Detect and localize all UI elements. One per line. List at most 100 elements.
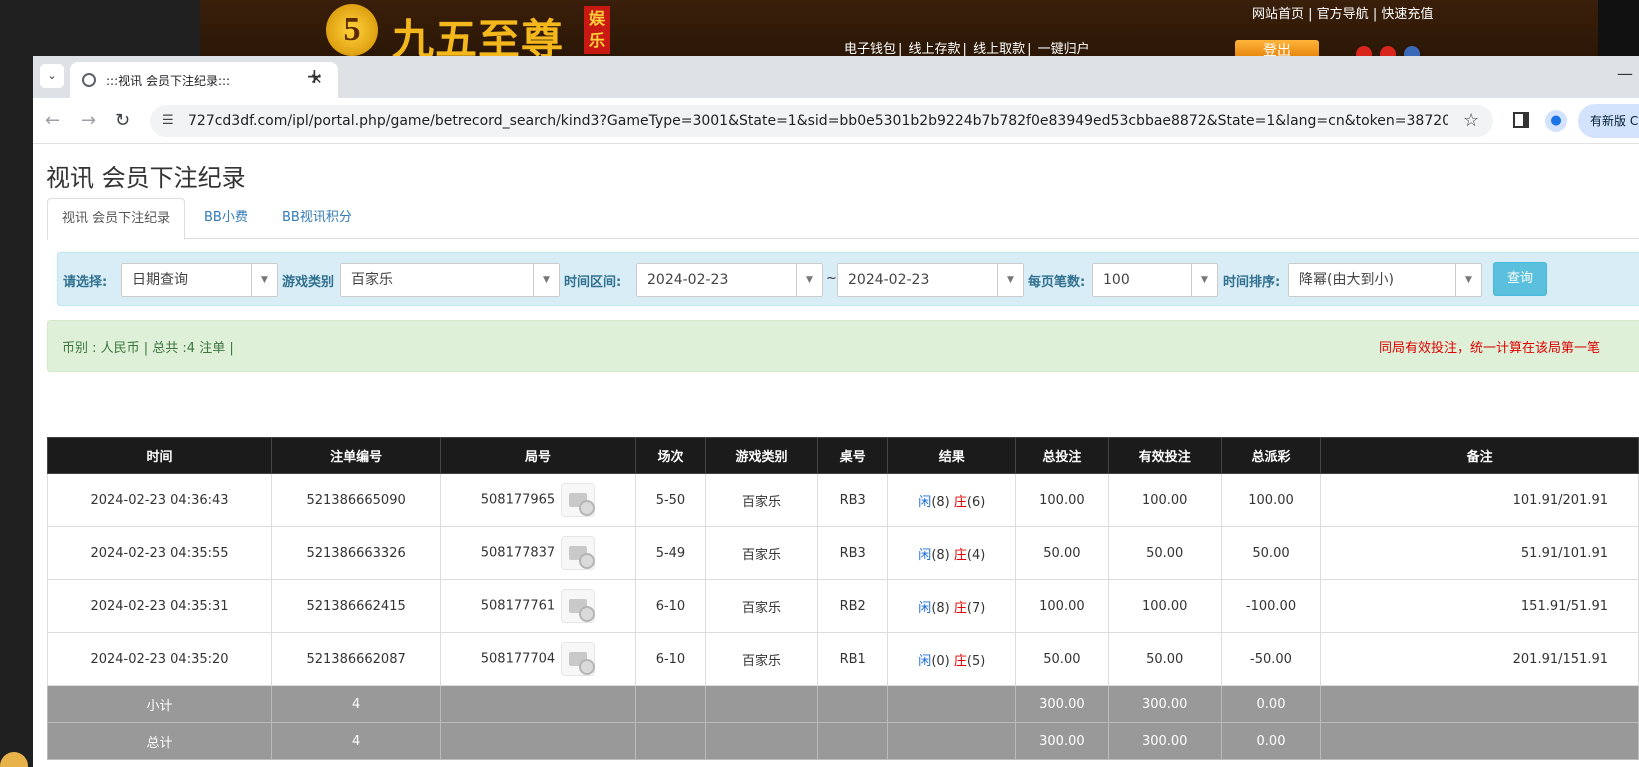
table-row: 2024-02-23 04:35:20 521386662087 5081777… (46, 632, 1639, 686)
header-valid-bet: 有效投注 (1107, 437, 1222, 474)
sort-label: 时间排序: (1223, 275, 1281, 290)
game-type-select[interactable]: 百家乐 ▼ (340, 263, 560, 297)
tab-bb-tips[interactable]: BB小费 (190, 198, 262, 239)
round-number: 508177837 (480, 545, 556, 561)
cell-bet-id: 521386662415 (271, 579, 442, 633)
header-bet-id: 注单编号 (271, 437, 442, 474)
site-logo-icon: 5 (326, 4, 378, 56)
round-number: 508177965 (480, 492, 556, 508)
site-nav: 电子钱包 | 线上存款 | 线上取款 | 一键归户 (844, 42, 1090, 57)
filter-bar: 请选择: 日期查询 ▼ 游戏类别 百家乐 ▼ 时间区间: 2024-02-23 … (57, 252, 1639, 306)
site-nav-consolidate[interactable]: 一键归户 (1038, 42, 1090, 57)
cell-round: 508177965 (440, 473, 636, 527)
subtotal-row: 小计 4 300.00 300.00 0.00 (46, 685, 1639, 723)
video-replay-icon[interactable] (561, 589, 596, 623)
address-bar[interactable]: ☰ 727cd3df.com/ipl/portal.php/game/betre… (150, 105, 1493, 137)
sort-select[interactable]: 降幂(由大到小) ▼ (1288, 263, 1482, 297)
cell-payout: 50.00 (1220, 526, 1322, 580)
total-total-bet: 300.00 (1015, 722, 1109, 760)
result-player-score: (8) (931, 600, 950, 616)
result-banker-label: 庄 (953, 547, 967, 563)
date-to-value: 2024-02-23 (848, 272, 930, 288)
cell-note: 151.91/51.91 (1320, 579, 1639, 633)
result-player-label: 闲 (918, 494, 932, 510)
cell-bet-id: 521386665090 (271, 473, 442, 527)
date-range-separator: ~ (826, 271, 837, 286)
forward-icon[interactable]: → (81, 110, 96, 131)
empty-cell (1320, 722, 1639, 760)
site-top-links: 网站首页 | 官方导航 | 快速充值 (1252, 7, 1434, 22)
cell-time: 2024-02-23 04:35:55 (46, 526, 273, 580)
video-replay-icon[interactable] (561, 642, 596, 676)
result-banker-score: (4) (966, 547, 986, 563)
chevron-down-icon: ▼ (1455, 264, 1481, 296)
result-banker-score: (7) (966, 600, 986, 616)
site-link-nav[interactable]: 官方导航 (1317, 7, 1369, 22)
browser-toolbar: ← → ↻ ☰ 727cd3df.com/ipl/portal.php/game… (33, 98, 1639, 144)
cell-game: 百家乐 (705, 632, 818, 686)
bookmark-star-icon[interactable]: ☆ (1463, 110, 1479, 131)
url-text[interactable]: 727cd3df.com/ipl/portal.php/game/betreco… (188, 113, 1448, 129)
profile-icon[interactable]: ● (1545, 110, 1567, 132)
empty-cell (705, 722, 818, 760)
tab-bb-points[interactable]: BB视讯积分 (268, 198, 366, 239)
total-count: 4 (271, 722, 442, 760)
minimize-icon[interactable]: — (1617, 64, 1633, 83)
total-payout: 0.00 (1220, 722, 1322, 760)
result-banker-score: (5) (966, 653, 986, 669)
update-chrome-button[interactable]: 有新版 Chrome (1578, 104, 1639, 138)
query-type-select[interactable]: 日期查询 ▼ (121, 263, 278, 297)
subtotal-payout: 0.00 (1220, 685, 1322, 723)
cell-table: RB1 (816, 632, 889, 686)
site-link-recharge[interactable]: 快速充值 (1381, 7, 1433, 22)
total-row: 总计 4 300.00 300.00 0.00 (46, 722, 1639, 760)
header-table: 桌号 (816, 437, 889, 474)
site-nav-deposit[interactable]: 线上存款 (909, 42, 961, 57)
cell-total-bet[interactable]: 50.00 (1015, 526, 1109, 580)
reload-icon[interactable]: ↻ (115, 110, 130, 131)
browser-window: ⌄ :::视讯 会员下注纪录::: ✕ + — ← → ↻ ☰ 727cd3df… (33, 56, 1639, 767)
site-nav-wallet[interactable]: 电子钱包 (844, 42, 896, 57)
date-from-value: 2024-02-23 (647, 272, 729, 288)
sort-value: 降幂(由大到小) (1299, 272, 1394, 288)
video-replay-icon[interactable] (561, 536, 596, 570)
cell-game: 百家乐 (705, 526, 818, 580)
header-note: 备注 (1320, 437, 1639, 474)
cell-total-bet[interactable]: 100.00 (1015, 473, 1109, 527)
browser-tab[interactable]: :::视讯 会员下注纪录::: ✕ (70, 62, 338, 98)
date-to-select[interactable]: 2024-02-23 ▼ (837, 263, 1024, 297)
back-icon[interactable]: ← (45, 110, 60, 131)
result-banker-label: 庄 (953, 653, 967, 669)
side-panel-icon[interactable] (1513, 112, 1529, 128)
empty-cell (816, 722, 889, 760)
table-header-row: 时间 注单编号 局号 场次 游戏类别 桌号 结果 总投注 有效投注 总派彩 备注 (46, 437, 1639, 474)
summary-alert: 币别 : 人民币 | 总共 :4 注单 | 同局有效投注，统一计算在该局第一笔 (47, 320, 1639, 372)
cell-session: 5-49 (634, 526, 707, 580)
site-info-icon[interactable]: ☰ (162, 113, 174, 128)
video-replay-icon[interactable] (561, 483, 596, 517)
site-nav-withdraw[interactable]: 线上取款 (973, 42, 1025, 57)
cell-total-bet[interactable]: 50.00 (1015, 632, 1109, 686)
result-banker-label: 庄 (953, 600, 967, 616)
page-content: 视讯 会员下注纪录 视讯 会员下注纪录 BB小费 BB视讯积分 请选择: 日期查… (33, 144, 1639, 767)
subtotal-total-bet: 300.00 (1015, 685, 1109, 723)
date-from-select[interactable]: 2024-02-23 ▼ (636, 263, 823, 297)
query-button[interactable]: 查询 (1493, 262, 1547, 296)
tab-search-icon[interactable]: ⌄ (40, 64, 64, 88)
cell-valid-bet: 100.00 (1107, 473, 1222, 527)
empty-cell (887, 685, 1017, 723)
tab-favicon-icon (82, 73, 96, 87)
tab-bet-records[interactable]: 视讯 会员下注纪录 (47, 198, 186, 240)
result-player-score: (8) (931, 494, 950, 510)
subtotal-valid-bet: 300.00 (1107, 685, 1222, 723)
new-tab-icon[interactable]: + (306, 64, 323, 88)
cell-session: 6-10 (634, 579, 707, 633)
result-player-label: 闲 (918, 653, 932, 669)
cell-payout: -50.00 (1220, 632, 1322, 686)
cell-table: RB3 (816, 526, 889, 580)
cell-total-bet[interactable]: 100.00 (1015, 579, 1109, 633)
per-page-select[interactable]: 100 ▼ (1092, 263, 1218, 297)
site-link-home[interactable]: 网站首页 (1252, 7, 1304, 22)
site-logo-badge: 娱乐 (584, 6, 610, 54)
cell-valid-bet: 100.00 (1107, 579, 1222, 633)
